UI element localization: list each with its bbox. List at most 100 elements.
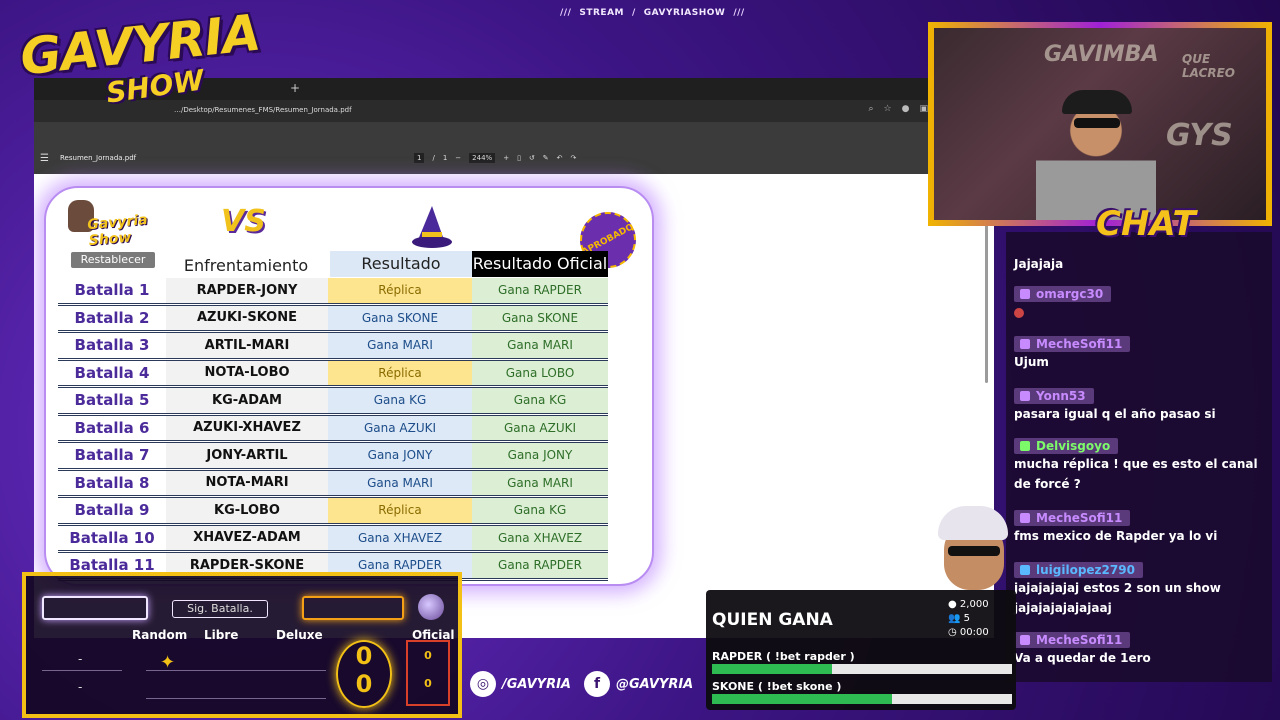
user-badge-icon — [1020, 441, 1030, 451]
next-battle-button[interactable]: Sig. Batalla. — [172, 600, 268, 618]
chat-message: luigilopez2790 jajajajajaj estos 2 son un… — [1014, 562, 1266, 618]
battle-number: Batalla 7 — [74, 446, 150, 465]
webcam-feed: GAVIMBA QUE LACREO GYS — [934, 28, 1266, 220]
chat-text: Ujum — [1014, 355, 1049, 369]
chat-message: MecheSofi11 Va a quedar de 1ero — [1014, 632, 1266, 668]
rotate-icon[interactable]: ↺ — [529, 154, 535, 162]
control-panel: Sig. Batalla. Random Libre Deluxe Oficia… — [22, 572, 462, 718]
chat-username[interactable]: MecheSofi11 — [1014, 510, 1131, 526]
chat-username[interactable]: omargc30 — [1014, 286, 1112, 302]
chat-text: Va a quedar de 1ero — [1014, 651, 1151, 665]
chat-message: Delvisgoyo mucha réplica ! que es esto el… — [1014, 438, 1266, 494]
option-1-bar — [712, 664, 1012, 674]
matchup-cell: AZUKI-SKONE — [166, 305, 328, 330]
chat-username-text: MecheSofi11 — [1036, 337, 1123, 351]
extension-icon[interactable]: ● — [902, 104, 910, 114]
table-row: Batalla 5 KG-ADAM Gana KG Gana KG — [58, 388, 608, 416]
address-bar-icons: ⌕ ☆ ● ▣ — [869, 104, 929, 114]
official-result-cell: Gana SKONE — [472, 305, 608, 330]
chat-text: jajajajajaj estos 2 son un show jajajaja… — [1014, 581, 1221, 615]
streamer-cap — [1062, 90, 1132, 114]
battle-number: Batalla 5 — [74, 391, 150, 410]
official-result-cell: Gana RAPDER — [472, 278, 608, 303]
table-row: Batalla 8 NOTA-MARI Gana MARI Gana MARI — [58, 470, 608, 498]
instagram-icon: ◎ — [470, 671, 496, 697]
gavyria-result-cell: Réplica — [328, 498, 472, 523]
knob-icon[interactable] — [418, 594, 444, 620]
reset-button[interactable]: Restablecer — [71, 252, 155, 268]
page-separator: / — [432, 154, 435, 162]
vs-logo: VS — [221, 204, 266, 239]
mode-random-label[interactable]: Random — [132, 628, 187, 642]
zoom-in-icon[interactable]: + — [503, 154, 509, 162]
stream-header: /// STREAM / GAVYRIASHOW /// — [560, 8, 745, 18]
chat-username-text: MecheSofi11 — [1036, 633, 1123, 647]
mode-libre-label[interactable]: Libre — [204, 628, 238, 642]
zoom-out-icon[interactable]: − — [455, 154, 461, 162]
mini-logo-text: Gavyria Show — [86, 212, 149, 250]
gavyria-result-cell: Réplica — [328, 278, 472, 303]
graffiti-text: QUE LACREO — [1182, 52, 1236, 80]
gavyria-result-cell: Gana MARI — [328, 333, 472, 358]
zoom-icon[interactable]: ⌕ — [869, 104, 874, 114]
official-result-cell: Gana MARI — [472, 333, 608, 358]
emote-icon — [1014, 308, 1024, 318]
pdf-pager: 1 / 1 − 244% + ▯ ↺ ✎ ↶ ↷ — [414, 153, 576, 163]
chat-username-text: MecheSofi11 — [1036, 511, 1123, 525]
channel-label: GAVYRIASHOW — [643, 8, 726, 18]
chat-text: fms mexico de Rapder ya lo vi — [1014, 529, 1218, 543]
bookmark-star-icon[interactable]: ☆ — [884, 104, 892, 114]
official-result-cell: Gana LOBO — [472, 360, 608, 385]
redo-icon[interactable]: ↷ — [571, 154, 577, 162]
chat-username[interactable]: Delvisgoyo — [1014, 438, 1119, 454]
facebook-text: @GAVYRIA — [616, 676, 694, 692]
chat-username[interactable]: MecheSofi11 — [1014, 632, 1131, 648]
user-badge-icon — [1020, 339, 1030, 349]
chat-username-text: Yonn53 — [1036, 389, 1086, 403]
fit-page-icon[interactable]: ▯ — [517, 154, 521, 162]
official-result-cell: Gana KG — [472, 388, 608, 413]
header-gavyria-result: Resultado Gavyria — [330, 251, 472, 299]
chat-message: omargc30 — [1014, 286, 1266, 321]
user-badge-icon — [1020, 289, 1030, 299]
official-result-cell: Gana AZUKI — [472, 415, 608, 440]
option-1-label: RAPDER ( !bet rapder ) — [712, 650, 855, 663]
instagram-text: /GAVYRIA — [502, 676, 571, 692]
panel-button-left[interactable] — [42, 596, 148, 620]
table-row: Batalla 1 RAPDER-JONY Réplica Gana RAPDER — [58, 278, 608, 306]
user-badge-icon — [1020, 635, 1030, 645]
battle-number: Batalla 8 — [74, 473, 150, 492]
battle-number: Batalla 9 — [74, 501, 150, 520]
official-score-top: 0 — [424, 649, 432, 662]
draw-icon[interactable]: ✎ — [543, 154, 549, 162]
timer-value: 00:00 — [959, 627, 989, 638]
zoom-level[interactable]: 244% — [469, 153, 496, 163]
chat-username[interactable]: MecheSofi11 — [1014, 336, 1131, 352]
chat-username-text: luigilopez2790 — [1036, 563, 1135, 577]
mode-deluxe-label[interactable]: Deluxe — [276, 628, 323, 642]
extension-icon-2[interactable]: ▣ — [919, 104, 928, 114]
undo-icon[interactable]: ↶ — [557, 154, 563, 162]
official-result-cell: Gana JONY — [472, 443, 608, 468]
chat-message: MecheSofi11 Ujum — [1014, 336, 1266, 372]
page-number-input[interactable]: 1 — [414, 153, 425, 163]
score-top: 0 — [355, 642, 373, 670]
table-row: Batalla 6 AZUKI-XHAVEZ Gana AZUKI Gana AZUK… — [58, 415, 608, 443]
chat-message: Yonn53 pasara igual q el año pasao si — [1014, 388, 1266, 424]
chat-text: pasara igual q el año pasao si — [1014, 407, 1216, 421]
panel-button-highlight[interactable] — [302, 596, 404, 620]
official-score-bottom: 0 — [424, 677, 432, 690]
official-result-cell: Gana XHAVEZ — [472, 525, 608, 550]
gavyria-result-cell: Gana XHAVEZ — [328, 525, 472, 550]
mascot-glasses — [948, 546, 1000, 556]
chat-username[interactable]: luigilopez2790 — [1014, 562, 1143, 578]
matchup-cell: KG-ADAM — [166, 388, 328, 413]
new-tab-button[interactable]: + — [290, 81, 300, 95]
chat-title: CHAT — [1096, 204, 1196, 244]
browser-window: + …/Desktop/Resumenes_FMS/Resumen_Jornad… — [34, 78, 994, 638]
chat-username[interactable]: Yonn53 — [1014, 388, 1094, 404]
webcam-frame: GAVIMBA QUE LACREO GYS — [928, 22, 1272, 226]
battle-number: Batalla 1 — [74, 281, 150, 300]
stream-label: STREAM — [579, 8, 624, 18]
menu-icon[interactable]: ☰ — [40, 153, 49, 164]
